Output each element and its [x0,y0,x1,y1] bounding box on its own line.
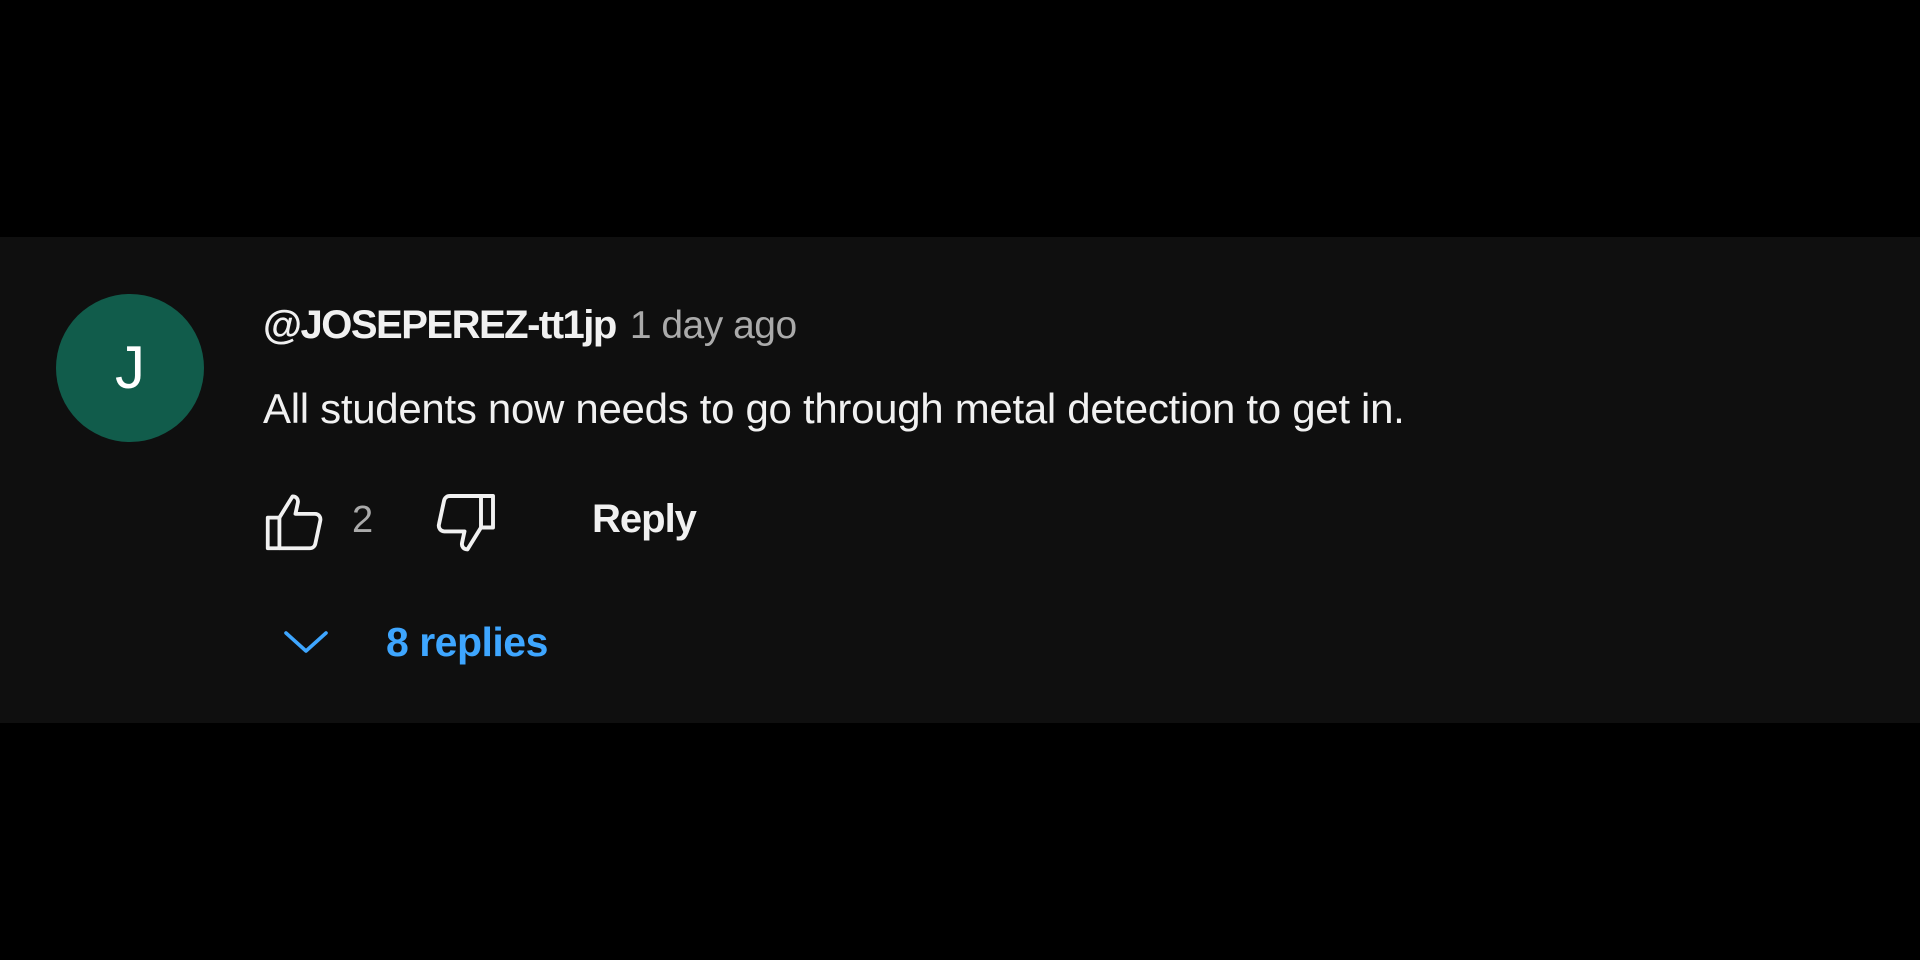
comment-card: J @JOSEPEREZ-tt1jp 1 day ago All student… [0,237,1920,723]
avatar[interactable]: J [56,294,204,442]
comment-text: All students now needs to go through met… [263,385,1405,432]
comment-timestamp[interactable]: 1 day ago [630,304,797,348]
comment-action-bar: 2 Reply [258,487,858,557]
reply-button[interactable]: Reply [592,497,697,542]
like-count: 2 [352,499,374,541]
like-button[interactable] [258,487,330,557]
thumbs-down-icon [436,494,495,552]
page: J @JOSEPEREZ-tt1jp 1 day ago All student… [0,0,1920,960]
comment-header: @JOSEPEREZ-tt1jp 1 day ago [263,303,797,348]
replies-count-label: 8 replies [386,618,548,665]
dislike-button[interactable] [430,487,502,559]
avatar-letter: J [115,334,145,401]
chevron-down-icon [278,622,334,662]
author-name[interactable]: @JOSEPEREZ-tt1jp [263,303,617,348]
view-replies-button[interactable]: 8 replies [278,612,548,672]
thumbs-up-icon [265,494,323,551]
